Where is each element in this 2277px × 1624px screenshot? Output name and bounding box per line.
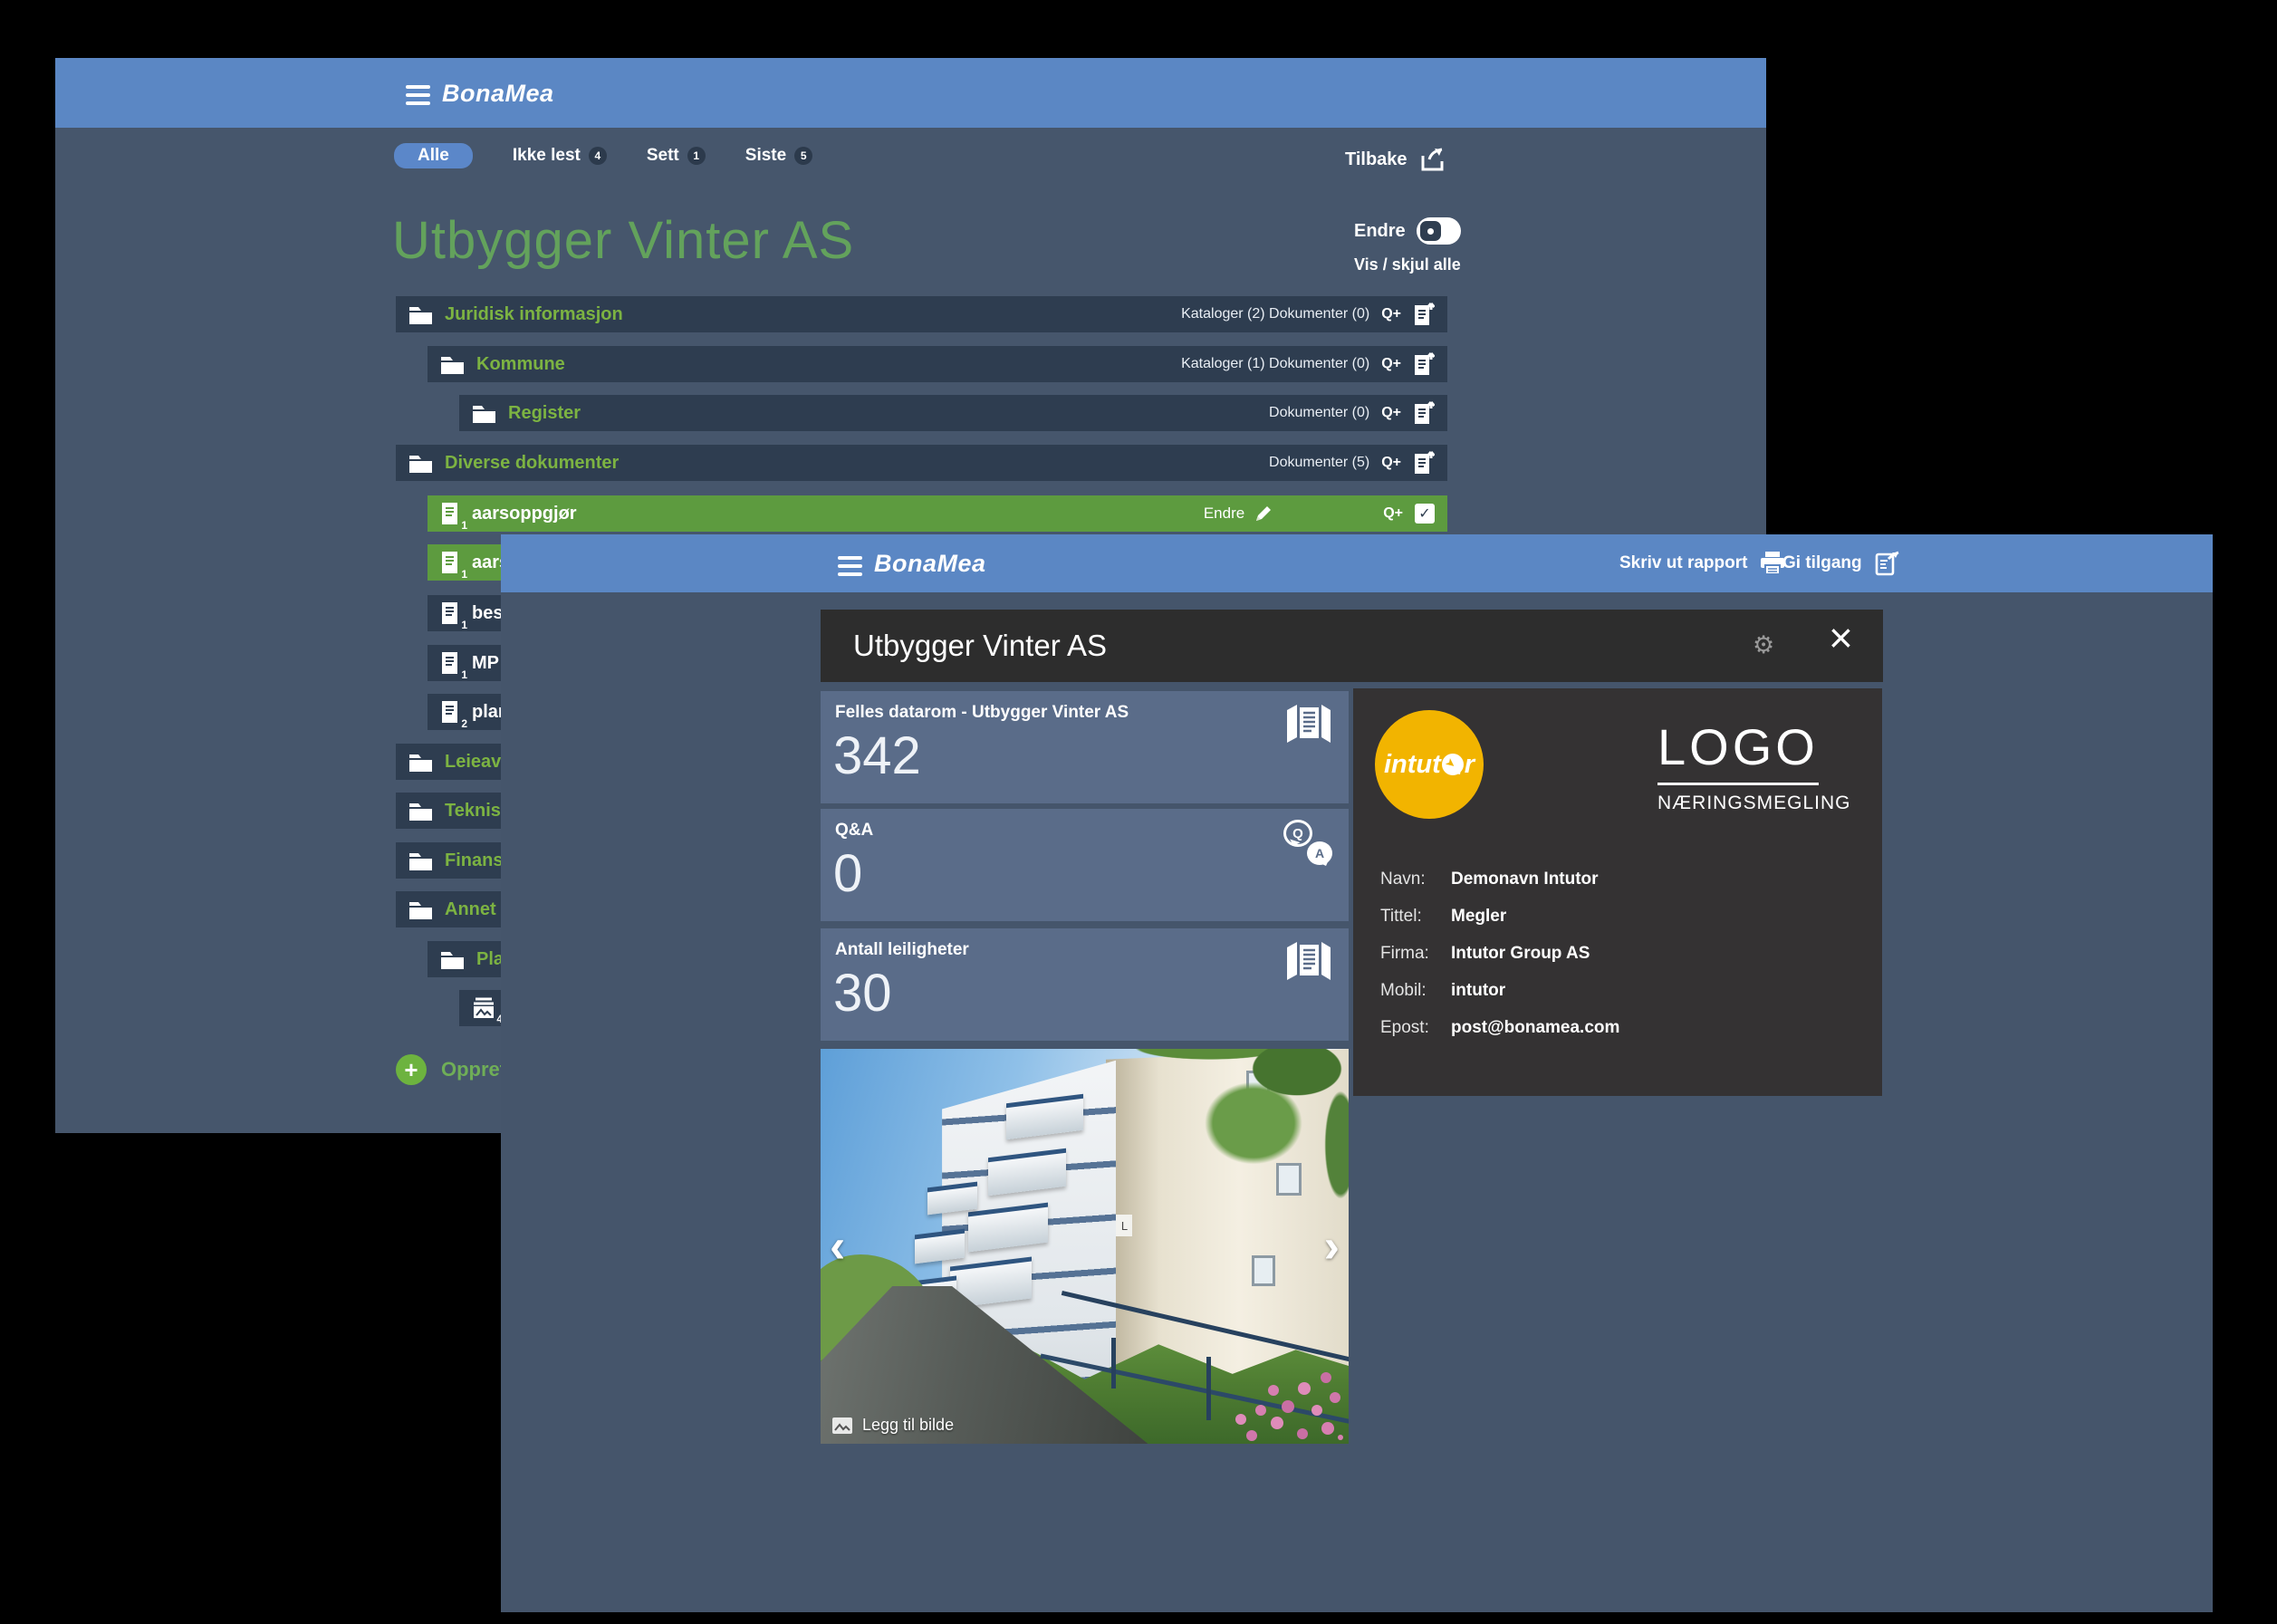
brochure-icon [1285, 941, 1332, 981]
document-icon: 2 [440, 700, 460, 725]
document-icon: 1 [440, 651, 460, 676]
count-badge: 4 [589, 147, 607, 165]
contact-row: Firma: Intutor Group AS [1380, 944, 1619, 964]
brand-logo[interactable]: BonaMea [874, 550, 986, 578]
folder-icon [408, 452, 433, 474]
grant-access-button[interactable]: Gi tilgang [1782, 534, 1901, 592]
pencil-icon [1254, 504, 1273, 524]
document-icon: 1 [440, 502, 460, 526]
tree-row-folder[interactable]: Juridisk informasjon Kataloger (2) Dokum… [396, 296, 1447, 332]
intutor-logo: intut➤r [1375, 710, 1484, 819]
property-photo: L ‹ › Legg til bilde [821, 1049, 1349, 1444]
desktop: BonaMea Alle Ikke lest 4 Sett 1 Siste 5 … [0, 0, 2277, 1624]
folder-icon [472, 402, 496, 424]
hamburger-menu-icon[interactable] [838, 556, 862, 576]
app-header: BonaMea [55, 58, 1766, 128]
folder-icon [440, 948, 465, 970]
document-icon: 1 [440, 551, 460, 575]
upload-document-icon[interactable] [1413, 400, 1435, 426]
qa-add-button[interactable]: Q+ [1381, 405, 1401, 421]
carousel-prev-icon[interactable]: ‹ [830, 1223, 845, 1270]
card-antall-leiligheter[interactable]: Antall leiligheter 30 [821, 928, 1349, 1041]
tab-alle[interactable]: Alle [394, 143, 473, 168]
qa-add-button[interactable]: Q+ [1381, 455, 1401, 471]
tree-row-document-selected[interactable]: 1 aarsoppgjør Endre Q+ ✓ [428, 495, 1447, 532]
print-report-button[interactable]: Skriv ut rapport [1619, 534, 1786, 592]
page-title: Utbygger Vinter AS [392, 210, 854, 271]
endre-toggle[interactable] [1417, 217, 1461, 245]
contact-row: Epost: post@bonamea.com [1380, 1018, 1619, 1038]
folder-icon [408, 751, 433, 773]
contact-row: Tittel: Megler [1380, 907, 1619, 927]
card-felles-datarom[interactable]: Felles datarom - Utbygger Vinter AS 342 [821, 691, 1349, 803]
gear-icon[interactable]: ⚙ [1753, 631, 1774, 659]
contact-row: Mobil: intutor [1380, 981, 1619, 1001]
card-value: 0 [833, 845, 862, 903]
document-icon: 1 [440, 601, 460, 626]
tree-row-folder[interactable]: Kommune Kataloger (1) Dokumenter (0) Q+ [428, 346, 1447, 382]
folder-icon [408, 303, 433, 325]
count-badge: 5 [794, 147, 812, 165]
qa-add-button[interactable]: Q+ [1381, 356, 1401, 372]
modal-title-bar: Utbygger Vinter AS ⚙ × [821, 610, 1883, 682]
carousel-next-icon[interactable]: › [1324, 1223, 1340, 1270]
tree-row-folder[interactable]: Diverse dokumenter Dokumenter (5) Q+ [396, 445, 1447, 481]
app-header: BonaMea Skriv ut rapport Gi tilgang [501, 534, 2213, 592]
upload-document-icon[interactable] [1413, 351, 1435, 377]
show-hide-all-label: Vis / skjul alle [1354, 255, 1461, 274]
photo-tree-foliage [1080, 1049, 1349, 1243]
image-icon [831, 1417, 853, 1435]
grant-access-icon [1874, 550, 1901, 577]
back-export-icon [1420, 147, 1447, 172]
photo-entrance-sign: L [1116, 1215, 1132, 1236]
contact-fields: Navn: Demonavn Intutor Tittel: Megler Fi… [1380, 870, 1619, 1055]
broker-info-panel: intut➤r LOGO NÆRINGSMEGLING Navn: Demona… [1353, 688, 1882, 1096]
endre-document-button[interactable]: Endre [1204, 504, 1273, 524]
document-checkbox-checked[interactable]: ✓ [1415, 504, 1435, 524]
back-button[interactable]: Tilbake [1345, 147, 1447, 172]
qa-add-button[interactable]: Q+ [1383, 505, 1403, 522]
plus-icon: + [396, 1054, 427, 1085]
folder-icon [408, 898, 433, 920]
photo-flowers [1338, 1435, 1343, 1440]
edit-toggle-group: Endre Vis / skjul alle [1354, 217, 1461, 274]
window-project-overview: BonaMea Skriv ut rapport Gi tilgang Utby… [501, 534, 2213, 1612]
card-value: 30 [833, 965, 892, 1023]
hamburger-menu-icon[interactable] [406, 85, 430, 105]
count-badge: 1 [687, 147, 706, 165]
image-stack-icon: 4 [472, 996, 495, 1020]
folder-icon [440, 353, 465, 375]
tree-row-folder[interactable]: Register Dokumenter (0) Q+ [459, 395, 1447, 431]
filter-tabs: Alle Ikke lest 4 Sett 1 Siste 5 [394, 143, 812, 168]
close-icon[interactable]: × [1829, 617, 1853, 658]
card-qa[interactable]: Q&A 0 Q A [821, 809, 1349, 921]
add-photo-button[interactable]: Legg til bilde [831, 1416, 954, 1435]
tab-sett[interactable]: Sett 1 [647, 146, 706, 166]
tab-ikke-lest[interactable]: Ikke lest 4 [513, 146, 607, 166]
contact-row: Navn: Demonavn Intutor [1380, 870, 1619, 889]
company-logo: LOGO NÆRINGSMEGLING [1657, 719, 1848, 814]
brand-logo[interactable]: BonaMea [442, 80, 554, 108]
qa-add-button[interactable]: Q+ [1381, 306, 1401, 322]
upload-document-icon[interactable] [1413, 450, 1435, 476]
folder-icon [408, 850, 433, 871]
card-value: 342 [833, 727, 921, 785]
upload-document-icon[interactable] [1413, 302, 1435, 327]
brochure-icon [1285, 704, 1332, 744]
modal-title: Utbygger Vinter AS [853, 629, 1107, 663]
tab-siste[interactable]: Siste 5 [745, 146, 812, 166]
folder-icon [408, 800, 433, 822]
logo-o-bubble: ➤ [1442, 754, 1464, 775]
endre-label: Endre [1354, 221, 1406, 242]
qa-bubbles-icon: Q A [1283, 820, 1334, 865]
